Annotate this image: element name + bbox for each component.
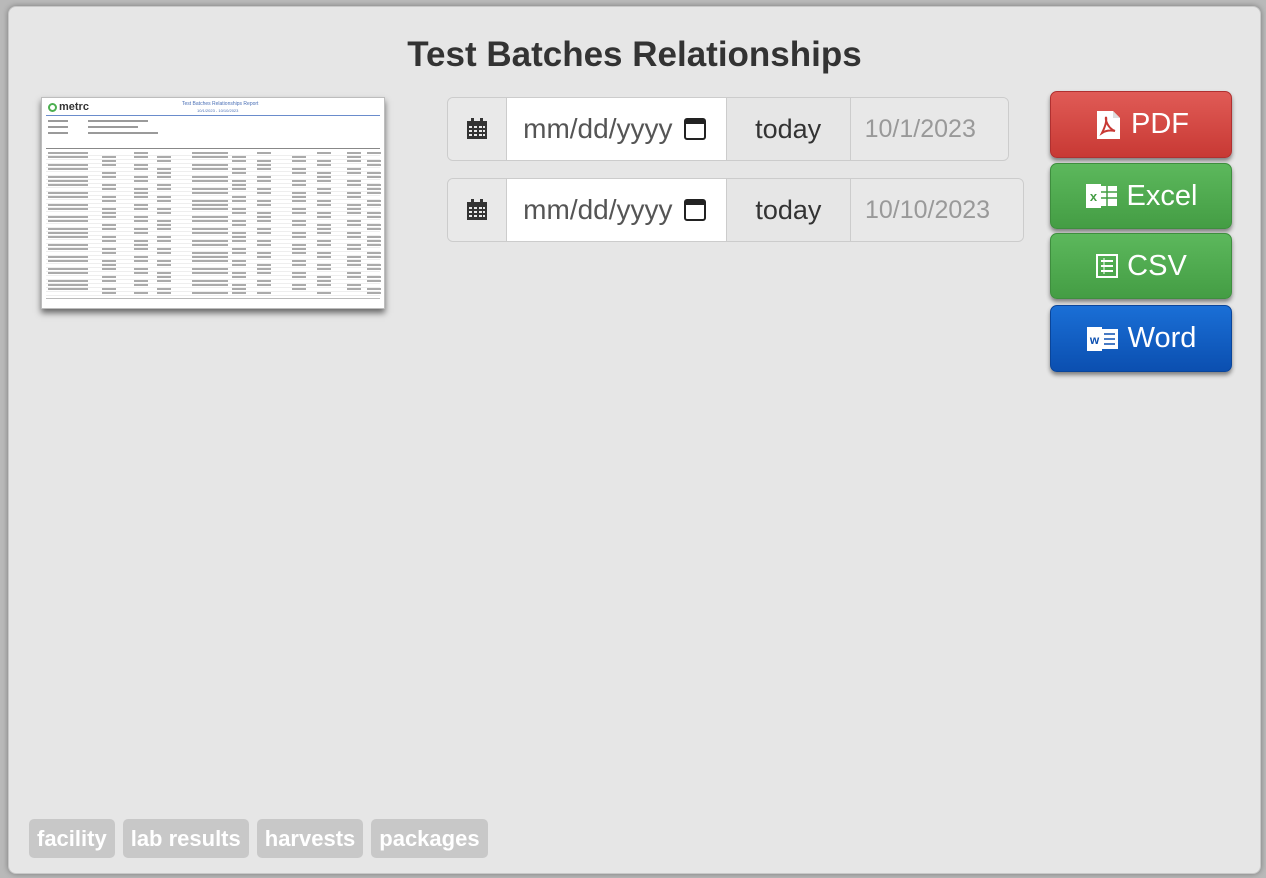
calendar-icon — [448, 98, 508, 160]
start-date-input[interactable]: mm/dd/yyyy — [507, 98, 726, 160]
export-word-button[interactable]: w Word — [1050, 305, 1232, 372]
excel-label: Excel — [1126, 179, 1198, 212]
end-date-placeholder: mm/dd/yyyy — [523, 194, 673, 225]
tag-facility[interactable]: facility — [29, 819, 115, 858]
metrc-logo-icon — [48, 102, 57, 112]
tag-packages[interactable]: packages — [371, 819, 488, 858]
report-preview-thumbnail[interactable]: metrc Test Batches Relationships Report … — [41, 97, 385, 309]
report-title: Test Batches Relationships Report — [182, 101, 259, 107]
pdf-icon — [1093, 109, 1123, 141]
word-icon: w — [1086, 326, 1120, 352]
logo-text: metrc — [59, 101, 89, 113]
end-date-input[interactable]: mm/dd/yyyy — [507, 179, 726, 241]
start-date-group: mm/dd/yyyy today 10/1/2023 — [447, 97, 1009, 161]
csv-label: CSV — [1127, 249, 1187, 282]
start-today-button[interactable]: today — [725, 98, 851, 160]
page-title: Test Batches Relationships — [407, 35, 862, 74]
report-subtitle: 10/1/2023 - 10/10/2023 — [197, 108, 239, 113]
svg-text:w: w — [1088, 333, 1099, 347]
start-date-value: 10/1/2023 — [850, 98, 1008, 160]
export-csv-button[interactable]: CSV — [1050, 233, 1232, 299]
calendar-icon — [448, 179, 508, 241]
header-divider — [46, 115, 380, 116]
end-today-button[interactable]: today — [725, 179, 851, 241]
metrc-logo: metrc — [48, 101, 89, 113]
tag-list: facility lab results harvests packages — [29, 819, 488, 858]
date-picker-icon[interactable] — [683, 118, 706, 140]
date-picker-icon[interactable] — [683, 199, 706, 221]
export-pdf-button[interactable]: PDF — [1050, 91, 1232, 158]
tag-lab-results[interactable]: lab results — [122, 819, 249, 858]
end-date-group: mm/dd/yyyy today 10/10/2023 — [447, 178, 1024, 242]
report-panel: Test Batches Relationships metrc Test Ba… — [8, 6, 1261, 874]
end-date-value: 10/10/2023 — [850, 179, 1023, 241]
svg-text:x: x — [1089, 189, 1097, 204]
csv-icon — [1095, 253, 1119, 279]
word-label: Word — [1127, 322, 1197, 354]
export-excel-button[interactable]: x Excel — [1050, 163, 1232, 229]
start-date-placeholder: mm/dd/yyyy — [523, 113, 673, 144]
excel-icon: x — [1085, 183, 1119, 209]
pdf-label: PDF — [1131, 108, 1189, 140]
tag-harvests[interactable]: harvests — [256, 819, 364, 858]
